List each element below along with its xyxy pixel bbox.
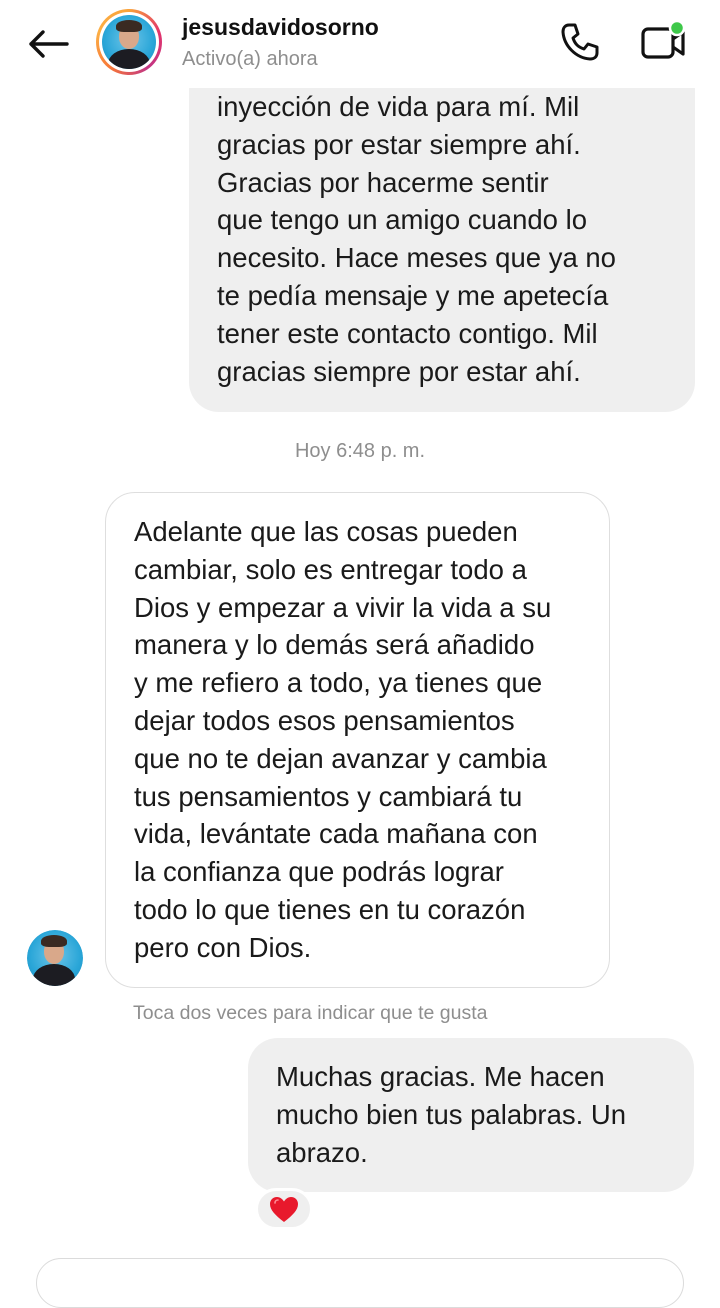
message-bubble-received[interactable]: Adelante que las cosas pueden cambiar, s…: [105, 492, 610, 988]
chat-username[interactable]: jesusdavidosorno: [182, 14, 379, 41]
chat-header: jesusdavidosorno Activo(a) ahora: [0, 0, 720, 88]
sender-avatar[interactable]: [27, 930, 83, 986]
phone-icon: [561, 23, 599, 61]
avatar-image: [102, 15, 156, 69]
video-call-button[interactable]: [638, 18, 688, 64]
message-bubble-sent[interactable]: inyección de vida para mí. Mil gracias p…: [189, 60, 695, 412]
message-bubble-sent[interactable]: Muchas gracias. Me hacen mucho bien tus …: [248, 1038, 694, 1192]
heart-icon: [270, 1196, 298, 1222]
message-timestamp: Hoy 6:48 p. m.: [294, 440, 426, 462]
double-tap-hint: Toca dos veces para indicar que te gusta: [133, 1002, 488, 1024]
profile-avatar[interactable]: [96, 9, 162, 75]
audio-call-button[interactable]: [556, 20, 604, 64]
message-reaction[interactable]: [255, 1188, 313, 1230]
video-camera-icon: [641, 19, 686, 59]
back-button[interactable]: [22, 22, 74, 66]
active-status: Activo(a) ahora: [182, 48, 318, 70]
arrow-left-icon: [29, 30, 69, 58]
online-indicator: [668, 19, 686, 37]
